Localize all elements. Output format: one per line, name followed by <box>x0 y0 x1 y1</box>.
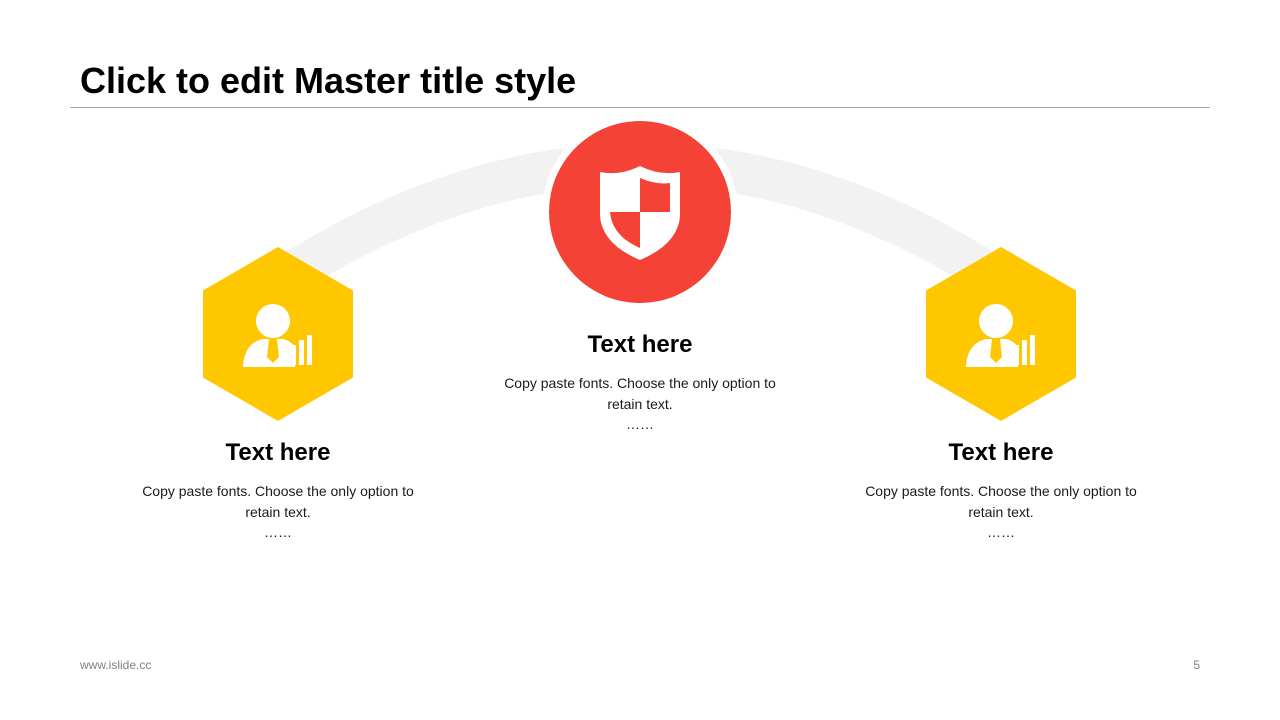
page-number: 5 <box>1193 658 1200 672</box>
right-ellipsis: …… <box>987 524 1015 540</box>
right-text-block: Text here Copy paste fonts. Choose the o… <box>851 439 1151 541</box>
center-ellipsis: …… <box>626 416 654 432</box>
center-text-block: Text here Copy paste fonts. Choose the o… <box>490 331 790 433</box>
center-circle[interactable] <box>542 114 738 310</box>
right-heading[interactable]: Text here <box>851 439 1151 467</box>
center-body[interactable]: Copy paste fonts. Choose the only option… <box>490 373 790 415</box>
left-ellipsis: …… <box>264 524 292 540</box>
center-heading[interactable]: Text here <box>490 331 790 359</box>
left-hexagon[interactable] <box>203 247 353 421</box>
left-body[interactable]: Copy paste fonts. Choose the only option… <box>128 481 428 523</box>
left-heading[interactable]: Text here <box>128 439 428 467</box>
footer-url: www.islide.cc <box>80 658 152 672</box>
slide: Click to edit Master title style Text he… <box>0 0 1280 720</box>
right-hexagon[interactable] <box>926 247 1076 421</box>
right-body[interactable]: Copy paste fonts. Choose the only option… <box>851 481 1151 523</box>
left-text-block: Text here Copy paste fonts. Choose the o… <box>128 439 428 541</box>
